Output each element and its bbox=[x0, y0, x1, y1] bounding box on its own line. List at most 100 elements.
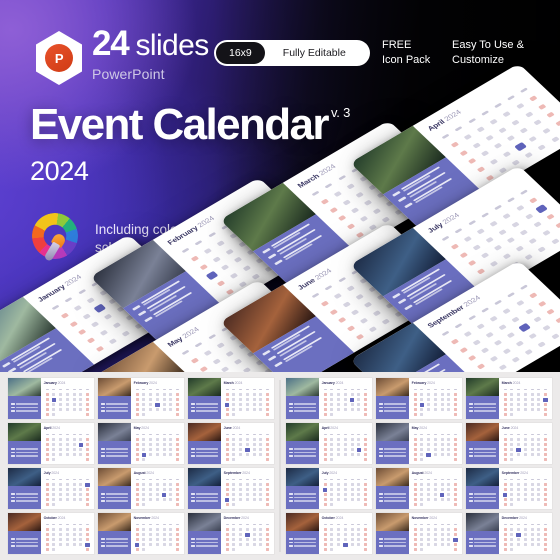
day-cell bbox=[503, 398, 507, 401]
slide-thumbnail[interactable]: January 2024 bbox=[8, 378, 94, 419]
slide-thumbnail[interactable]: November 2024 bbox=[98, 513, 184, 554]
day-cell bbox=[322, 487, 328, 492]
thumbnail-event-panel bbox=[286, 486, 319, 509]
thumbnail-event-row bbox=[10, 500, 39, 502]
day-header-cell bbox=[433, 478, 437, 481]
day-cell bbox=[350, 393, 354, 396]
slide-thumbnail[interactable]: July 2024 bbox=[8, 468, 94, 509]
slide-thumbnail[interactable]: August 2024 bbox=[376, 468, 462, 509]
day-header-cell bbox=[259, 478, 263, 481]
day-cell bbox=[291, 250, 300, 257]
event-text-line bbox=[106, 496, 129, 499]
color-schemes-line-1: Including color bbox=[95, 221, 183, 237]
event-date-chip bbox=[378, 448, 383, 450]
thumbnail-photo bbox=[466, 378, 499, 397]
slide-thumbnail[interactable]: July 2024 bbox=[286, 468, 372, 509]
slide-thumbnail[interactable]: February 2024 bbox=[376, 378, 462, 419]
event-text-lines bbox=[16, 340, 63, 369]
day-cell bbox=[252, 488, 256, 491]
slide-thumbnail[interactable]: February 2024 bbox=[98, 378, 184, 419]
slide-thumbnail[interactable]: April 2024 bbox=[8, 423, 94, 464]
day-cell bbox=[169, 453, 173, 456]
day-cell bbox=[447, 448, 451, 451]
thumbnail-event-row bbox=[288, 403, 317, 405]
slide-thumbnail[interactable]: April 2024 bbox=[286, 423, 372, 464]
slide-thumbnail-grid: January 2024 February 2024 March 2024 April… bbox=[0, 372, 560, 560]
slide-thumbnail[interactable]: January 2024 bbox=[286, 378, 372, 419]
day-cell bbox=[277, 217, 287, 224]
slide-thumbnail[interactable]: October 2024 bbox=[286, 513, 372, 554]
thumbnail-event-row bbox=[378, 410, 407, 412]
day-cell bbox=[259, 393, 263, 396]
day-header-cell bbox=[454, 125, 463, 132]
day-cell bbox=[65, 538, 69, 541]
day-header-cell bbox=[364, 388, 368, 391]
day-cell bbox=[52, 538, 56, 541]
day-cell bbox=[176, 438, 180, 441]
day-cell bbox=[72, 438, 76, 441]
thumbnail-day-grid bbox=[224, 522, 271, 552]
day-cell bbox=[433, 398, 437, 401]
slide-thumbnail[interactable]: May 2024 bbox=[376, 423, 462, 464]
day-header-cell bbox=[79, 478, 83, 481]
slide-thumbnail[interactable]: September 2024 bbox=[466, 468, 552, 509]
day-cell bbox=[86, 503, 90, 506]
day-cell bbox=[52, 503, 56, 506]
slide-thumbnail[interactable]: November 2024 bbox=[376, 513, 462, 554]
day-header-cell bbox=[65, 478, 69, 481]
slide-thumbnail[interactable]: June 2024 bbox=[466, 423, 552, 464]
day-cell bbox=[357, 503, 360, 506]
day-cell bbox=[503, 503, 507, 506]
day-cell bbox=[364, 453, 368, 456]
thumbnail-photo bbox=[188, 423, 221, 442]
day-cell bbox=[503, 548, 507, 551]
day-cell bbox=[357, 393, 361, 396]
day-cell bbox=[337, 528, 341, 531]
slide-thumbnail[interactable]: May 2024 bbox=[98, 423, 184, 464]
thumbnail-event-row bbox=[468, 448, 497, 450]
thumbnail-day-grid bbox=[44, 522, 91, 552]
slide-thumbnail[interactable]: December 2024 bbox=[188, 513, 274, 554]
day-header-cell bbox=[239, 478, 243, 481]
day-header-cell bbox=[420, 478, 424, 481]
slide-thumbnail[interactable]: September 2024 bbox=[188, 468, 274, 509]
day-header-cell bbox=[59, 523, 63, 526]
day-cell bbox=[45, 403, 49, 406]
day-cell bbox=[544, 458, 548, 461]
slide-thumbnail[interactable]: March 2024 bbox=[188, 378, 274, 419]
day-cell bbox=[427, 458, 430, 461]
day-cell bbox=[155, 438, 159, 441]
day-header-cell bbox=[413, 523, 417, 526]
day-cell bbox=[225, 483, 229, 486]
event-text-line bbox=[474, 493, 497, 495]
event-text-lines bbox=[10, 334, 57, 363]
day-cell bbox=[357, 403, 361, 406]
day-cell bbox=[524, 458, 527, 461]
event-date-chip bbox=[100, 496, 105, 499]
event-text-line bbox=[474, 500, 497, 502]
slide-thumbnail[interactable]: October 2024 bbox=[8, 513, 94, 554]
thumbnail-event-panel bbox=[466, 486, 499, 509]
event-text-line bbox=[294, 500, 317, 502]
day-cell bbox=[364, 498, 368, 501]
day-cell bbox=[416, 271, 425, 278]
slide-thumbnail[interactable]: August 2024 bbox=[98, 468, 184, 509]
thumbnail-left-column bbox=[188, 468, 221, 509]
day-cell bbox=[507, 237, 516, 244]
day-cell bbox=[523, 483, 527, 486]
day-cell bbox=[401, 175, 415, 185]
day-cell bbox=[79, 533, 83, 536]
day-cell bbox=[252, 443, 256, 446]
thumbnail-photo bbox=[376, 378, 409, 397]
day-cell bbox=[245, 538, 249, 541]
day-header-cell bbox=[433, 388, 437, 391]
day-cell bbox=[225, 548, 229, 551]
event-date-chip bbox=[261, 247, 271, 254]
day-cell bbox=[86, 443, 90, 446]
slide-thumbnail[interactable]: March 2024 bbox=[466, 378, 552, 419]
day-cell bbox=[52, 453, 56, 456]
slide-thumbnail[interactable]: December 2024 bbox=[466, 513, 552, 554]
day-cell bbox=[433, 453, 437, 456]
day-cell bbox=[45, 398, 49, 401]
slide-thumbnail[interactable]: June 2024 bbox=[188, 423, 274, 464]
